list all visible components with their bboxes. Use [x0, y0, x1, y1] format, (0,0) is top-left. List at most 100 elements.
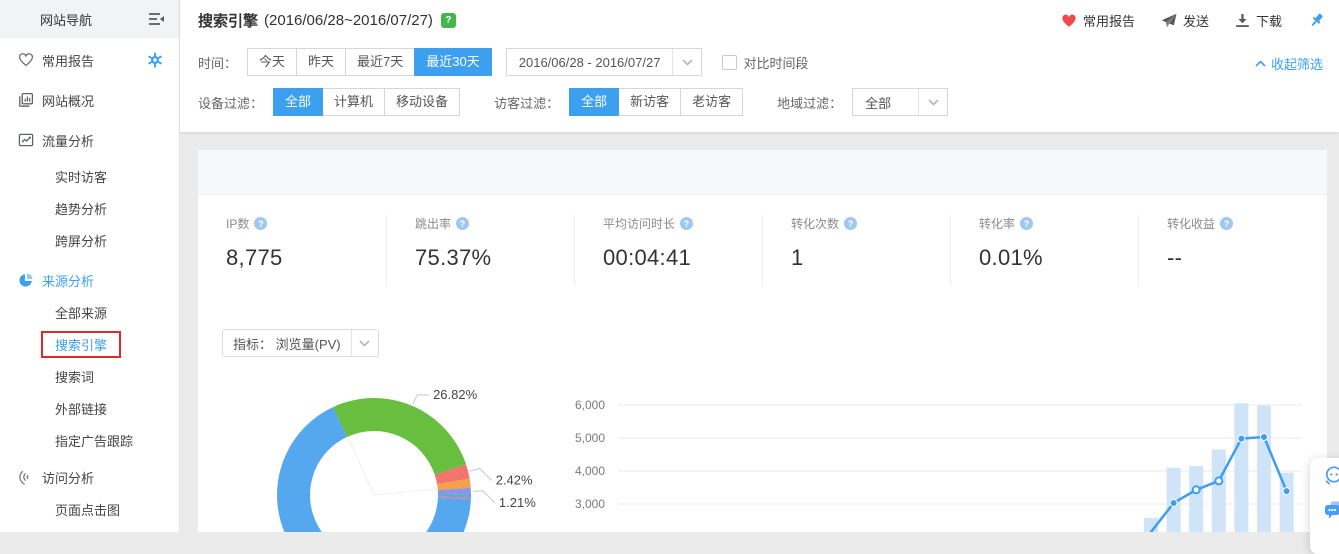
- visitor-option-returning[interactable]: 老访客: [680, 88, 743, 116]
- collapse-filters-link[interactable]: 收起筛选: [1255, 54, 1323, 73]
- customer-service-icon[interactable]: [1323, 464, 1339, 486]
- heart-icon: [1061, 13, 1077, 28]
- donut-slice-green[interactable]: [333, 398, 466, 475]
- y-axis-tick: 5,000: [575, 431, 605, 445]
- gear-icon[interactable]: [147, 52, 163, 68]
- trend-point[interactable]: [1238, 435, 1245, 442]
- question-circle-icon[interactable]: ?: [844, 217, 857, 230]
- time-filter-label: 时间：: [198, 53, 237, 72]
- charts-canvas: 26.82%2.42%1.21%6,0005,0004,0003,000: [198, 370, 1327, 532]
- device-filter-label: 设备过滤：: [198, 93, 263, 112]
- sidebar-item-source-analysis[interactable]: 来源分析: [0, 264, 179, 296]
- device-option-pc[interactable]: 计算机: [322, 88, 385, 116]
- chevron-down-icon: [351, 330, 378, 356]
- date-range-value: 2016/06/28 - 2016/07/27: [507, 55, 673, 70]
- favorite-report-button[interactable]: 常用报告: [1061, 11, 1135, 30]
- donut-label: 26.82%: [433, 387, 478, 402]
- collapse-menu-icon[interactable]: [148, 11, 165, 27]
- pushpin-icon[interactable]: [1308, 12, 1325, 29]
- send-button[interactable]: 发送: [1161, 11, 1209, 30]
- date-range-picker[interactable]: 2016/06/28 - 2016/07/27: [506, 48, 703, 76]
- sidebar-item-traffic-analysis[interactable]: 流量分析: [0, 124, 179, 156]
- region-filter-label: 地域过滤：: [777, 93, 842, 112]
- trend-bar[interactable]: [1212, 450, 1226, 532]
- trend-point[interactable]: [1283, 488, 1290, 495]
- question-circle-icon[interactable]: ?: [254, 217, 267, 230]
- metrics-row: IP数? 8,775 跳出率? 75.37% 平均访问时长? 00:04:41 …: [198, 215, 1327, 285]
- visitor-filter-label: 访客过滤：: [494, 93, 559, 112]
- sidebar-item-label: 流量分析: [42, 131, 94, 150]
- y-axis-tick: 6,000: [575, 398, 605, 412]
- time-option-last30[interactable]: 最近30天: [414, 48, 491, 76]
- metric-value: 0.01%: [979, 245, 1138, 271]
- page-date-range: (2016/06/28~2016/07/27): [264, 12, 433, 29]
- chevron-down-icon: [672, 49, 701, 75]
- sidebar-item-label: 常用报告: [42, 51, 94, 70]
- trend-point[interactable]: [1193, 486, 1200, 493]
- trend-point[interactable]: [1170, 500, 1177, 507]
- device-option-all[interactable]: 全部: [273, 88, 323, 116]
- metric-bounce-rate: 跳出率? 75.37%: [386, 215, 574, 285]
- checkbox-box[interactable]: [722, 55, 737, 70]
- support-floating-widget: [1310, 458, 1339, 554]
- metric-value: 00:04:41: [603, 245, 762, 271]
- sidebar-title: 网站导航: [40, 10, 92, 29]
- sidebar-item-all-sources[interactable]: 全部来源: [0, 296, 179, 328]
- metric-selector-dropdown[interactable]: 指标： 浏览量(PV): [222, 329, 379, 357]
- compare-period-label: 对比时间段: [743, 53, 808, 72]
- site-pages-icon: [18, 92, 34, 108]
- ripple-click-icon: [18, 469, 34, 485]
- donut-label: 1.21%: [499, 495, 536, 510]
- sidebar-item-label: 网站概况: [42, 91, 94, 110]
- sidebar-item-label: 来源分析: [42, 271, 94, 290]
- topbar-actions: 常用报告 发送 下载: [1061, 11, 1325, 30]
- topbar: 搜索引擎 (2016/06/28~2016/07/27) ? 常用报告 发送: [198, 0, 1325, 40]
- region-value: 全部: [853, 93, 903, 112]
- sidebar-item-cross-screen[interactable]: 跨屏分析: [0, 224, 179, 256]
- question-circle-icon[interactable]: ?: [456, 217, 469, 230]
- device-option-mobile[interactable]: 移动设备: [384, 88, 460, 116]
- trend-bar[interactable]: [1257, 406, 1271, 532]
- trend-point[interactable]: [1261, 434, 1268, 441]
- page-title: 搜索引擎: [198, 10, 258, 31]
- visitor-segmented-control: 全部 新访客 老访客: [569, 88, 743, 116]
- question-circle-icon[interactable]: ?: [1220, 217, 1233, 230]
- question-circle-icon[interactable]: ?: [1020, 217, 1033, 230]
- metric-value: 75.37%: [415, 245, 574, 271]
- sidebar-item-visit-analysis[interactable]: 访问分析: [0, 461, 179, 493]
- trend-bar[interactable]: [1189, 466, 1203, 532]
- visitor-option-all[interactable]: 全部: [569, 88, 619, 116]
- sidebar-item-site-overview[interactable]: 网站概况: [0, 84, 179, 116]
- trend-bar[interactable]: [1234, 403, 1248, 532]
- donut-label: 2.42%: [496, 472, 533, 487]
- sidebar-item-page-click-map[interactable]: 页面点击图: [0, 493, 179, 525]
- sidebar-item-favorite-reports[interactable]: 常用报告: [0, 44, 179, 76]
- chevron-up-icon: [1255, 60, 1266, 67]
- sidebar-item-trend-analysis[interactable]: 趋势分析: [0, 192, 179, 224]
- time-option-last7[interactable]: 最近7天: [345, 48, 415, 76]
- heart-outline-icon: [18, 52, 34, 68]
- download-icon: [1235, 13, 1250, 28]
- time-option-today[interactable]: 今天: [247, 48, 297, 76]
- pie-chart-icon: [18, 272, 34, 288]
- download-button[interactable]: 下载: [1235, 11, 1282, 30]
- question-circle-icon[interactable]: ?: [680, 217, 693, 230]
- sidebar-item-search-engine[interactable]: 搜索引擎: [0, 328, 179, 360]
- device-segmented-control: 全部 计算机 移动设备: [273, 88, 460, 116]
- time-filter-row: 时间： 今天 昨天 最近7天 最近30天 2016/06/28 - 2016/0…: [198, 48, 808, 76]
- visitor-option-new[interactable]: 新访客: [618, 88, 681, 116]
- trend-point[interactable]: [1215, 477, 1222, 484]
- metric-avg-duration: 平均访问时长? 00:04:41: [574, 215, 762, 285]
- y-axis-tick: 3,000: [575, 497, 605, 511]
- metric-value: 1: [791, 245, 950, 271]
- highlight-box: 搜索引擎: [41, 331, 121, 358]
- region-dropdown[interactable]: 全部: [852, 88, 948, 116]
- question-circle-icon[interactable]: ?: [441, 13, 456, 28]
- compare-period-checkbox[interactable]: 对比时间段: [722, 53, 808, 72]
- chat-bubbles-icon[interactable]: [1323, 499, 1339, 521]
- sidebar-item-external-links[interactable]: 外部链接: [0, 392, 179, 424]
- sidebar-item-ad-tracking[interactable]: 指定广告跟踪: [0, 424, 179, 456]
- time-option-yesterday[interactable]: 昨天: [296, 48, 346, 76]
- sidebar-item-search-words[interactable]: 搜索词: [0, 360, 179, 392]
- sidebar-item-realtime-visitors[interactable]: 实时访客: [0, 160, 179, 192]
